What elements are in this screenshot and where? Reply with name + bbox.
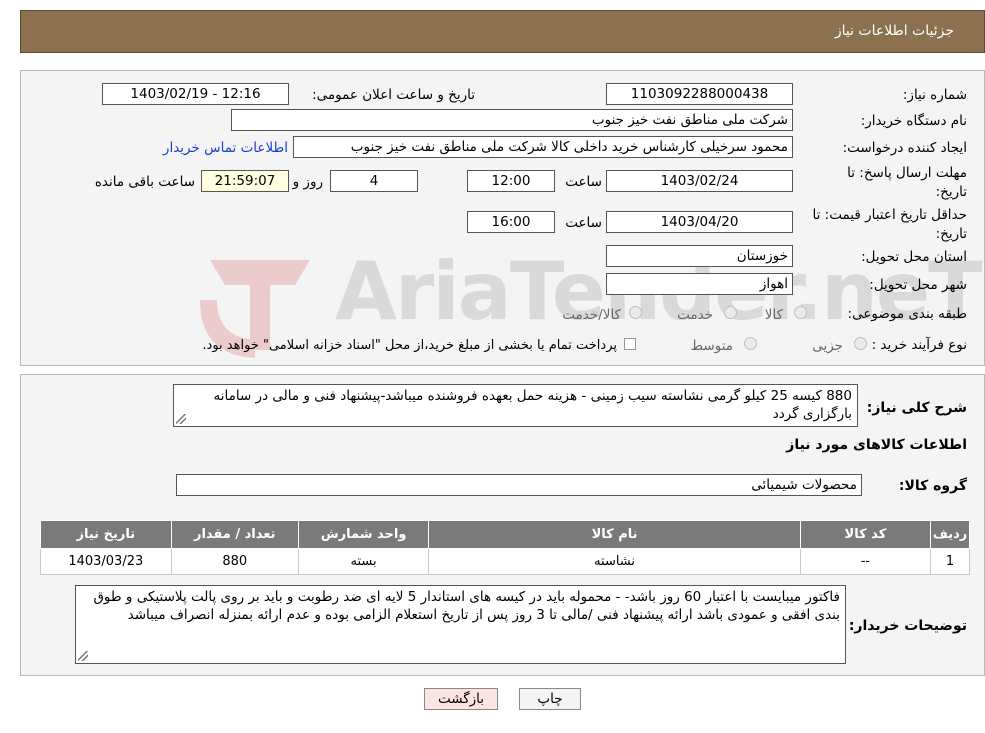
general-description-text: 880 کیسه 25 کیلو گرمی نشاسته سیب زمینی -… xyxy=(213,388,853,422)
print-button[interactable]: چاپ xyxy=(519,688,581,710)
price-validity-time-label: ساعت xyxy=(565,215,602,231)
remaining-time-field[interactable]: 21:59:07 xyxy=(201,170,289,192)
province-label: استان محل تحویل: xyxy=(861,249,967,265)
col-quantity: تعداد / مقدار xyxy=(170,520,299,549)
goods-group-label: گروه کالا: xyxy=(898,478,967,494)
category-service-radio[interactable] xyxy=(724,306,737,319)
need-number-field[interactable]: 1103092288000438 xyxy=(606,83,793,105)
announce-datetime-field[interactable]: 1403/02/19 - 12:16 xyxy=(102,83,289,105)
buyer-org-label: نام دستگاه خریدار: xyxy=(860,113,967,129)
remaining-time-label: ساعت باقی مانده xyxy=(94,174,195,190)
need-number-label: شماره نیاز: xyxy=(902,87,967,103)
process-medium-label: متوسط xyxy=(690,338,733,354)
page-header: جزئیات اطلاعات نیاز xyxy=(20,10,985,53)
goods-info-title: اطلاعات کالاهای مورد نیاز xyxy=(786,437,967,453)
col-item-name: نام کالا xyxy=(428,520,801,549)
col-unit: واحد شمارش xyxy=(297,520,430,549)
page-title: جزئیات اطلاعات نیاز xyxy=(834,23,954,39)
reply-deadline-label: مهلت ارسال پاسخ: تا تاریخ: xyxy=(817,164,967,202)
goods-table-header: تاریخ نیاز تعداد / مقدار واحد شمارش نام … xyxy=(40,520,971,549)
city-field[interactable]: اهواز xyxy=(606,273,793,295)
general-description-field[interactable]: 880 کیسه 25 کیلو گرمی نشاسته سیب زمینی -… xyxy=(173,384,858,427)
col-item-code: کد کالا xyxy=(799,520,931,549)
cell-quantity: 880 xyxy=(170,548,299,575)
goods-table: تاریخ نیاز تعداد / مقدار واحد شمارش نام … xyxy=(40,520,971,575)
table-row: 1403/03/23 880 بسته نشاسته -- 1 xyxy=(40,548,971,575)
category-service-label: خدمت xyxy=(677,307,713,323)
price-validity-label: حداقل تاریخ اعتبار قیمت: تا تاریخ: xyxy=(807,206,967,244)
purchase-process-label: نوع فرآیند خرید : xyxy=(871,337,967,353)
cell-need-date: 1403/03/23 xyxy=(40,548,172,575)
buyer-notes-label: توضیحات خریدار: xyxy=(848,618,967,634)
buyer-org-field[interactable]: شرکت ملی مناطق نفت خیز جنوب xyxy=(231,109,793,131)
col-need-date: تاریخ نیاز xyxy=(40,520,172,549)
category-goods-radio[interactable] xyxy=(794,306,807,319)
reply-time-label: ساعت xyxy=(565,174,602,190)
price-validity-label-text: حداقل تاریخ اعتبار قیمت: تا تاریخ: xyxy=(812,207,967,242)
creator-label: ایجاد کننده درخواست: xyxy=(842,140,967,156)
days-label: روز و xyxy=(292,174,323,190)
general-description-label: شرح کلی نیاز: xyxy=(866,400,967,416)
treasury-payment-checkbox[interactable] xyxy=(624,338,636,350)
buyer-notes-field[interactable]: فاکتور میبایست با اعتبار 60 روز باشد- - … xyxy=(75,585,846,664)
cell-item-code: -- xyxy=(799,548,931,575)
process-medium-radio[interactable] xyxy=(744,337,757,350)
reply-deadline-label-text: مهلت ارسال پاسخ: تا تاریخ: xyxy=(847,165,967,200)
reply-time-field[interactable]: 12:00 xyxy=(467,170,555,192)
creator-field[interactable]: محمود سرخیلی کارشناس خرید داخلی کالا شرک… xyxy=(293,136,793,158)
city-label: شهر محل تحویل: xyxy=(869,277,967,293)
category-goods-service-radio[interactable] xyxy=(629,306,642,319)
cell-item-name: نشاسته xyxy=(428,548,801,575)
buyer-contact-link[interactable]: اطلاعات تماس خریدار xyxy=(163,140,288,156)
goods-group-field[interactable]: محصولات شیمیائی xyxy=(176,474,862,496)
announce-datetime-label: تاریخ و ساعت اعلان عمومی: xyxy=(312,87,475,103)
treasury-payment-note: پرداخت تمام یا بخشی از مبلغ خرید،از محل … xyxy=(202,338,617,353)
buyer-notes-text: فاکتور میبایست با اعتبار 60 روز باشد- - … xyxy=(93,589,840,623)
resize-grip-icon[interactable] xyxy=(78,651,88,661)
process-minor-radio[interactable] xyxy=(854,337,867,350)
back-button[interactable]: بازگشت xyxy=(424,688,498,710)
province-field[interactable]: خوزستان xyxy=(606,245,793,267)
category-goods-label: کالا xyxy=(764,307,783,323)
category-label: طبقه بندی موضوعی: xyxy=(847,306,967,322)
price-validity-time-field[interactable]: 16:00 xyxy=(467,211,555,233)
remaining-days-field[interactable]: 4 xyxy=(330,170,418,192)
price-validity-date-field[interactable]: 1403/04/20 xyxy=(606,211,793,233)
process-minor-label: جزیی xyxy=(812,338,843,354)
col-row-number: ردیف xyxy=(929,520,971,549)
cell-unit: بسته xyxy=(297,548,430,575)
cell-row-number: 1 xyxy=(929,548,971,575)
category-goods-service-label: کالا/خدمت xyxy=(562,307,621,323)
reply-date-field[interactable]: 1403/02/24 xyxy=(606,170,793,192)
resize-grip-icon[interactable] xyxy=(176,414,186,424)
